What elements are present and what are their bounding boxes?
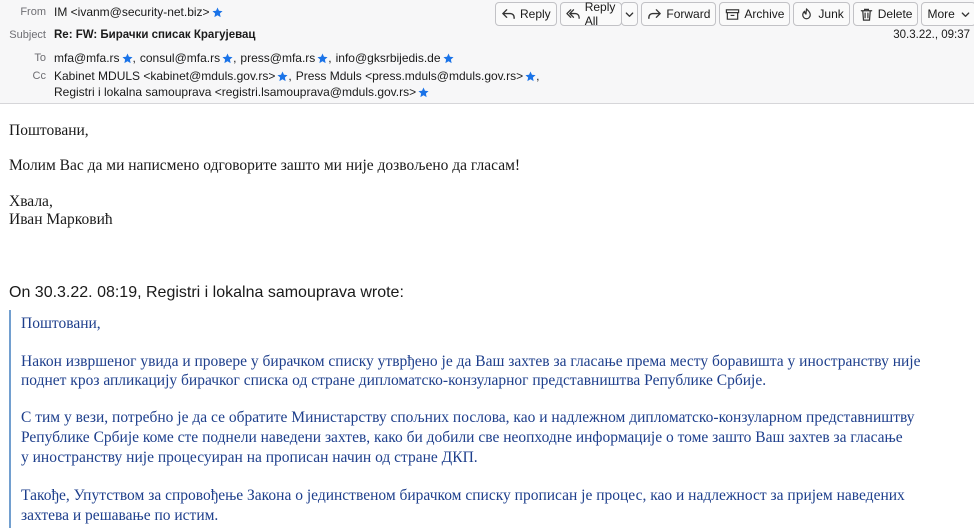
message-date: 30.3.22., 09:37 [893,29,970,41]
cc-label: Cc [32,70,46,82]
to-row: To mfa@mfa.rs , consul@mfa.rs , press@mf… [0,51,454,65]
from-row: From IM <ivanm@security-net.biz> [0,5,223,19]
quoted-line: С тим у вези, потребно је да се обратите… [21,409,915,426]
star-icon[interactable] [525,70,536,82]
cc-recipient[interactable]: Press Mduls <press.mduls@mduls.gov.rs> [296,69,536,83]
quote-attribution: On 30.3.22. 08:19, Registri i lokalna sa… [9,284,404,301]
message-header: From IM <ivanm@security-net.biz> Subject… [0,0,974,104]
star-icon[interactable] [222,52,233,64]
from-address-text: IM <ivanm@security-net.biz> [54,5,210,19]
star-icon[interactable] [121,52,133,64]
message-closing: Хвала, [9,193,53,210]
subject-row: Subject Re: FW: Бирачки списак Крагујева… [0,29,255,41]
chevron-down-icon [625,11,634,17]
cc-row-continued: Registri i lokalna samouprava <registri.… [0,85,429,99]
quoted-message: Поштовани, Након извршеног увида и прове… [9,310,971,528]
subject-text: Re: FW: Бирачки списак Крагујевац [54,29,256,41]
quoted-line: Након извршеног увида и провере у бирачк… [21,353,921,370]
reply-all-button[interactable]: Reply All [559,0,622,28]
star-icon[interactable] [212,6,223,18]
star-icon[interactable] [418,86,429,98]
trash-icon [859,7,874,22]
reply-all-dropdown[interactable] [620,2,639,26]
quoted-line: Такође, Упутством за спровођење Закона о… [21,487,905,504]
to-recipient[interactable]: mfa@mfa.rs [54,51,133,65]
cc-row: Cc Kabinet MDULS <kabinet@mduls.gov.rs> … [0,69,543,83]
quoted-greeting: Поштовани, [21,315,101,332]
message-signature: Иван Марковић [9,211,113,228]
archive-icon [725,7,740,22]
message-greeting: Поштовани, [9,122,89,139]
junk-icon [799,7,814,22]
reply-button[interactable]: Reply [495,2,557,26]
junk-button[interactable]: Junk [793,2,850,26]
forward-button[interactable]: Forward [641,2,717,26]
subject-label: Subject [9,29,46,41]
more-button[interactable]: More [921,2,974,26]
cc-recipient[interactable]: Registri i lokalna samouprava <registri.… [54,85,429,99]
to-recipient[interactable]: press@mfa.rs [240,51,328,65]
star-icon[interactable] [277,70,288,82]
quoted-line: захтева и решавање по истим. [21,507,219,524]
cc-recipient[interactable]: Kabinet MDULS <kabinet@mduls.gov.rs> [54,69,288,83]
message-line: Молим Вас да ми написмено одговорите заш… [9,157,521,174]
reply-icon [501,7,516,22]
to-label: To [34,52,46,64]
from-address[interactable]: IM <ivanm@security-net.biz> [54,5,223,19]
star-icon[interactable] [317,52,328,64]
chevron-down-icon [961,10,970,19]
message-toolbar: Reply Reply All Forward Archive Junk Del… [495,0,974,28]
star-icon[interactable] [442,52,454,64]
reply-all-icon [565,7,581,22]
to-recipient[interactable]: info@gksrbijedis.de [336,51,454,65]
archive-button[interactable]: Archive [719,2,791,26]
quoted-line: у иностранству није процесуиран на пропи… [21,449,478,466]
to-recipient[interactable]: consul@mfa.rs [140,51,233,65]
forward-icon [647,7,662,22]
delete-button[interactable]: Delete [852,2,919,26]
from-label: From [20,6,46,18]
reply-all-group: Reply All [559,0,639,28]
quoted-line: Републике Србије коме сте поднели наведе… [21,429,903,446]
quoted-line: поднет кроз апликацију бирачког списка о… [21,372,767,389]
